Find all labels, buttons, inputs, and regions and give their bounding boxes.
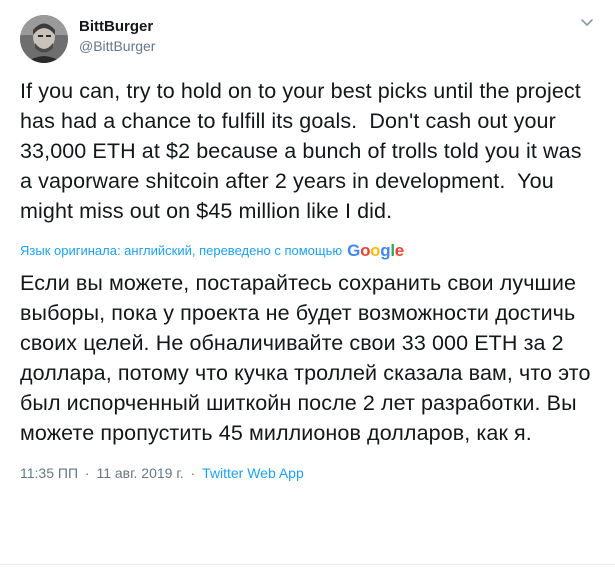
chevron-down-icon[interactable] [577, 12, 597, 32]
tweet-card: BittBurger @BittBurger If you can, try t… [0, 0, 615, 569]
meta-separator: · [84, 465, 90, 481]
translation-label[interactable]: Язык оригинала: английский, переведено с… [20, 242, 342, 260]
tweet-text: If you can, try to hold on to your best … [20, 79, 588, 223]
display-name[interactable]: BittBurger [79, 17, 155, 37]
meta-separator: · [190, 465, 196, 481]
tweet-header: BittBurger @BittBurger [20, 10, 615, 66]
tweet-source-link[interactable]: Twitter Web App [202, 465, 304, 481]
google-logo: Google [347, 241, 404, 260]
user-names: BittBurger @BittBurger [79, 17, 155, 56]
tweet-time[interactable]: 11:35 ПП [20, 465, 78, 481]
divider [0, 564, 615, 565]
translated-text: Если вы можете, постарайтесь сохранить с… [20, 271, 591, 445]
avatar[interactable] [20, 15, 68, 63]
avatar-image [20, 15, 68, 63]
tweet-meta: 11:35 ПП · 11 авг. 2019 г. · Twitter Web… [20, 464, 615, 482]
translation-attribution: Язык оригинала: английский, переведено с… [20, 242, 615, 260]
tweet-date[interactable]: 11 авг. 2019 г. [96, 465, 183, 481]
user-handle[interactable]: @BittBurger [79, 37, 155, 56]
